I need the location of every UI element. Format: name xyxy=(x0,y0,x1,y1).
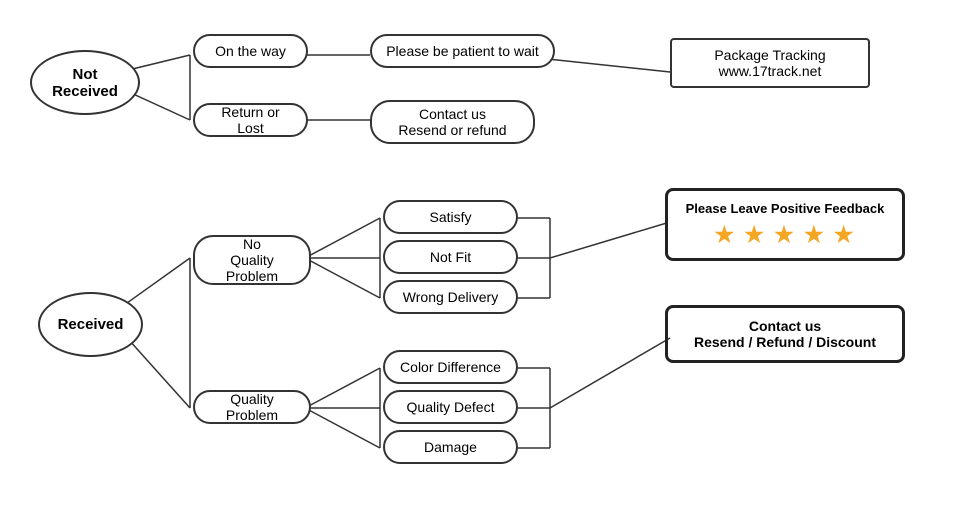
on-the-way-label: On the way xyxy=(215,43,286,59)
satisfy-label: Satisfy xyxy=(429,209,471,225)
not-received-label: Not Received xyxy=(52,66,118,100)
please-wait-node: Please be patient to wait xyxy=(370,34,555,68)
contact-resend-refund-discount-box: Contact us Resend / Refund / Discount xyxy=(665,305,905,363)
wrong-delivery-node: Wrong Delivery xyxy=(383,280,518,314)
not-fit-label: Not Fit xyxy=(430,249,471,265)
color-difference-node: Color Difference xyxy=(383,350,518,384)
not-fit-node: Not Fit xyxy=(383,240,518,274)
damage-label: Damage xyxy=(424,439,477,455)
damage-node: Damage xyxy=(383,430,518,464)
please-wait-label: Please be patient to wait xyxy=(386,43,539,59)
on-the-way-node: On the way xyxy=(193,34,308,68)
no-quality-problem-label: No Quality Problem xyxy=(209,236,295,284)
return-or-lost-node: Return or Lost xyxy=(193,103,308,137)
contact-resend-refund-label: Contact us Resend or refund xyxy=(398,106,506,138)
not-received-node: Not Received xyxy=(30,50,140,115)
return-or-lost-label: Return or Lost xyxy=(209,104,292,136)
satisfy-node: Satisfy xyxy=(383,200,518,234)
received-label: Received xyxy=(58,316,124,333)
color-difference-label: Color Difference xyxy=(400,359,501,375)
quality-problem-node: Quality Problem xyxy=(193,390,311,424)
quality-defect-node: Quality Defect xyxy=(383,390,518,424)
please-leave-feedback-box: Please Leave Positive Feedback ★ ★ ★ ★ ★ xyxy=(665,188,905,261)
quality-problem-label: Quality Problem xyxy=(209,391,295,423)
package-tracking-label: Package Tracking www.17track.net xyxy=(714,47,825,79)
package-tracking-node: Package Tracking www.17track.net xyxy=(670,38,870,88)
contact-resend-refund-node: Contact us Resend or refund xyxy=(370,100,535,144)
contact-refund-discount-label: Contact us Resend / Refund / Discount xyxy=(694,318,876,350)
diagram: Not Received On the way Return or Lost P… xyxy=(0,0,960,513)
stars-display: ★ ★ ★ ★ ★ xyxy=(682,222,888,248)
feedback-text: Please Leave Positive Feedback xyxy=(682,201,888,216)
quality-defect-label: Quality Defect xyxy=(407,399,495,415)
no-quality-problem-node: No Quality Problem xyxy=(193,235,311,285)
wrong-delivery-label: Wrong Delivery xyxy=(403,289,498,305)
received-node: Received xyxy=(38,292,143,357)
